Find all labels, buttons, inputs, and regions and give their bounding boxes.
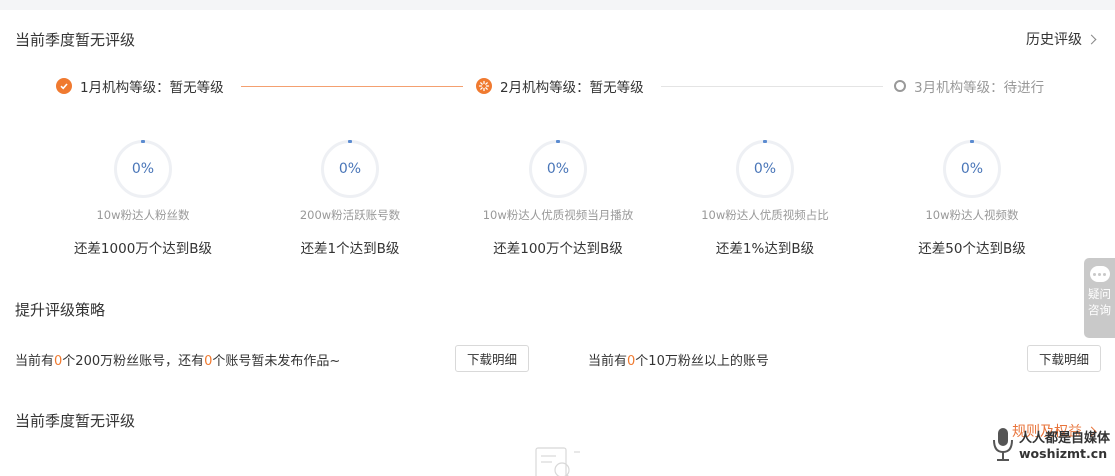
metric-label: 10w粉达人优质视频当月播放 xyxy=(482,208,634,222)
in-progress-icon xyxy=(476,78,492,94)
download-details-button-left[interactable]: 下载明细 xyxy=(455,345,530,372)
metric-video-count: 0% 10w粉达人视频数 还差50个达到B级 xyxy=(872,140,1072,257)
progress-ring: 0% xyxy=(943,140,1001,198)
month-steps: 1月机构等级：暂无等级 2月机构等级：暂无等级 3月机构等级：待进行 xyxy=(0,76,1115,96)
microphone-logo-icon xyxy=(993,428,1013,461)
step-label: 1月机构等级：暂无等级 xyxy=(80,80,224,96)
progress-percent: 0% xyxy=(753,161,777,177)
progress-ring: 0% xyxy=(114,140,172,198)
rating-card: 当前季度暂无评级 历史评级 1月机构等级：暂无等级 2月机构等级：暂无等级 3月… xyxy=(0,10,1115,476)
page-title: 当前季度暂无评级 xyxy=(15,31,136,49)
progress-ring: 0% xyxy=(736,140,794,198)
text-segment: 个10万粉丝以上的账号 xyxy=(635,354,769,369)
text-segment: 当前有 xyxy=(15,354,55,369)
metric-monthly-plays: 0% 10w粉达人优质视频当月播放 还差100万个达到B级 xyxy=(458,140,658,257)
metric-gap: 还差1000万个达到B级 xyxy=(73,241,213,257)
metric-fans: 0% 10w粉达人粉丝数 还差1000万个达到B级 xyxy=(43,140,243,257)
step-connector-1 xyxy=(241,86,463,87)
consult-label-1: 疑问 xyxy=(1088,287,1111,301)
metric-gap: 还差1个达到B级 xyxy=(300,241,400,257)
progress-ring: 0% xyxy=(529,140,587,198)
metric-gap: 还差1%达到B级 xyxy=(715,241,815,257)
strategy-text-left: 当前有0个200万粉丝账号，还有0个账号暂未发布作品~ xyxy=(15,350,340,369)
empty-state-illustration xyxy=(535,447,580,476)
consult-label-2: 咨询 xyxy=(1088,303,1111,317)
metric-quality-ratio: 0% 10w粉达人优质视频占比 还差1%达到B级 xyxy=(665,140,865,257)
section-title: 当前季度暂无评级 xyxy=(15,412,136,430)
text-segment: 当前有 xyxy=(588,354,628,369)
progress-percent: 0% xyxy=(960,161,984,177)
text-segment: 个200万粉丝账号，还有 xyxy=(62,354,205,369)
watermark: 人人都是自媒体 woshizmt.cn xyxy=(991,424,1110,464)
metric-gap: 还差100万个达到B级 xyxy=(493,241,623,257)
metric-active-accounts: 0% 200w粉活跃账号数 还差1个达到B级 xyxy=(250,140,450,257)
metric-label: 10w粉达人视频数 xyxy=(925,208,1019,222)
step-month-3: 3月机构等级：待进行 xyxy=(894,76,1044,96)
progress-percent: 0% xyxy=(546,161,570,177)
metric-gap: 还差50个达到B级 xyxy=(918,241,1026,257)
chat-bubble-icon xyxy=(1089,266,1110,282)
step-month-1: 1月机构等级：暂无等级 xyxy=(56,76,224,96)
watermark-cn: 人人都是自媒体 xyxy=(1019,431,1111,446)
metric-label: 10w粉达人优质视频占比 xyxy=(701,208,829,222)
step-label: 2月机构等级：暂无等级 xyxy=(500,80,644,96)
strategy-text-right: 当前有0个10万粉丝以上的账号 xyxy=(588,350,769,369)
metric-label: 10w粉达人粉丝数 xyxy=(96,208,190,222)
step-label: 3月机构等级：待进行 xyxy=(914,80,1045,96)
chevron-right-icon xyxy=(1086,34,1097,44)
strategy-title: 提升评级策略 xyxy=(15,301,106,319)
metric-label: 200w粉活跃账号数 xyxy=(299,208,401,222)
step-connector-2 xyxy=(661,86,883,87)
history-rating-label: 历史评级 xyxy=(1026,32,1082,48)
watermark-en: woshizmt.cn xyxy=(1019,446,1108,461)
check-circle-icon xyxy=(56,78,72,94)
download-details-button-right[interactable]: 下载明细 xyxy=(1027,345,1102,372)
text-segment: 个账号暂未发布作品~ xyxy=(212,354,341,369)
history-rating-link[interactable]: 历史评级 xyxy=(1026,29,1097,49)
progress-ring: 0% xyxy=(321,140,379,198)
step-month-2: 2月机构等级：暂无等级 xyxy=(476,76,644,96)
consult-side-widget[interactable]: 疑问 咨询 xyxy=(1084,258,1115,338)
progress-percent: 0% xyxy=(131,161,155,177)
progress-percent: 0% xyxy=(338,161,362,177)
pending-circle-icon xyxy=(894,80,906,92)
